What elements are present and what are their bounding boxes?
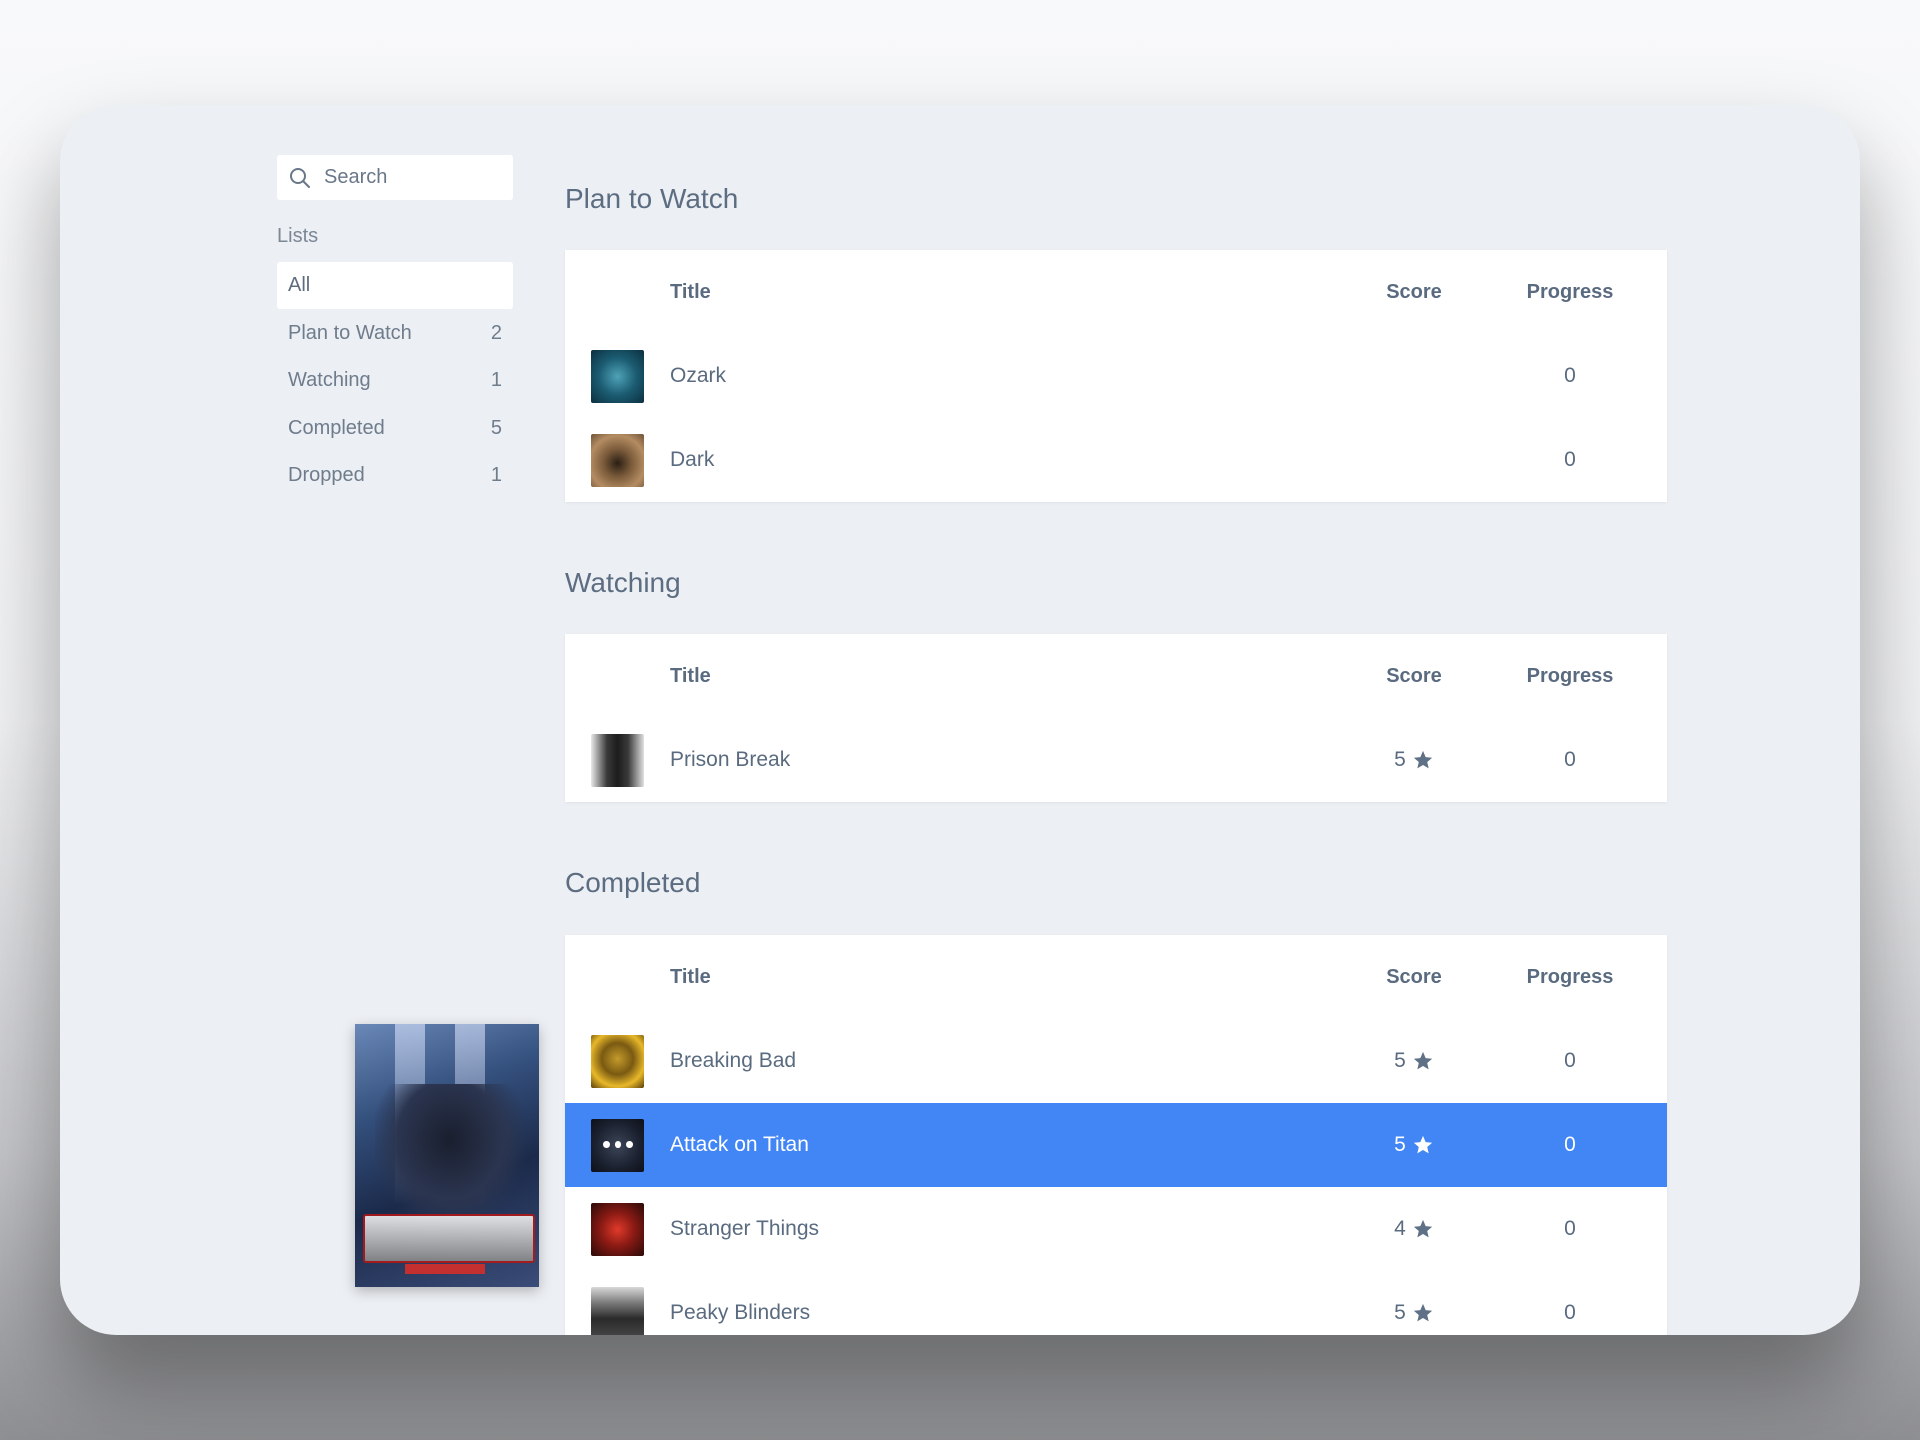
star-icon <box>1413 1135 1433 1154</box>
search-icon <box>290 167 310 188</box>
prison-break-thumbnail <box>591 733 644 787</box>
more-options-icon[interactable] <box>603 1140 634 1149</box>
star-icon <box>1413 1219 1433 1238</box>
peaky-blinders-thumbnail <box>591 1286 644 1335</box>
row-progress: 0 <box>1564 364 1576 387</box>
row-title: Peaky Blinders <box>670 1301 811 1324</box>
nav-item-count: 1 <box>490 369 502 391</box>
row-progress: 0 <box>1564 1217 1576 1240</box>
column-title: Title <box>670 965 711 988</box>
row-score: 5 <box>1334 1301 1494 1325</box>
plan-to-watch-table: Title Score Progress Ozark 0 Dark 0 <box>565 250 1667 502</box>
watching-table: Title Score Progress Prison Break 5 0 <box>565 634 1667 802</box>
column-progress: Progress <box>1526 280 1614 303</box>
table-row[interactable]: Breaking Bad 5 0 <box>565 1019 1667 1103</box>
row-title: Stranger Things <box>670 1217 820 1240</box>
table-header: Title Score Progress <box>565 634 1667 718</box>
star-icon <box>1413 1303 1433 1322</box>
row-title: Dark <box>670 448 715 471</box>
star-icon <box>1413 1051 1433 1070</box>
column-score: Score <box>1386 280 1442 303</box>
column-title: Title <box>670 280 711 303</box>
nav-item-label: Completed <box>288 416 385 439</box>
table-row[interactable]: Stranger Things 4 0 <box>565 1187 1667 1271</box>
column-progress: Progress <box>1526 965 1614 988</box>
table-header: Title Score Progress <box>565 935 1667 1019</box>
column-score: Score <box>1386 664 1442 687</box>
nav-item-dropped[interactable]: Dropped 1 <box>277 452 513 499</box>
row-score: 5 <box>1334 1133 1494 1157</box>
lists-heading: Lists <box>277 225 319 247</box>
nav-item-plan-to-watch[interactable]: Plan to Watch 2 <box>277 310 513 357</box>
row-title: Breaking Bad <box>670 1049 797 1072</box>
stranger-things-thumbnail <box>591 1202 644 1256</box>
completed-table: Title Score Progress Breaking Bad 5 0 At… <box>565 935 1667 1335</box>
row-progress: 0 <box>1564 448 1576 471</box>
column-progress: Progress <box>1526 664 1614 687</box>
section-title-completed: Completed <box>565 867 701 898</box>
nav-item-label: All <box>288 274 311 296</box>
column-score: Score <box>1386 965 1442 988</box>
nav-item-label: Watching <box>288 369 371 391</box>
row-score: 5 <box>1334 748 1494 772</box>
row-score: 4 <box>1334 1217 1494 1241</box>
attack-on-titan-poster <box>355 1024 539 1287</box>
nav-item-all[interactable]: All <box>277 262 513 309</box>
table-header: Title Score Progress <box>565 250 1667 334</box>
nav-item-count: 2 <box>490 321 502 344</box>
row-progress: 0 <box>1564 1049 1576 1072</box>
nav-item-label: Plan to Watch <box>288 321 412 344</box>
list-nav: All Plan to Watch 2 Watching 1 Completed… <box>277 262 513 500</box>
nav-item-watching[interactable]: Watching 1 <box>277 357 513 404</box>
row-title: Ozark <box>670 364 727 387</box>
search-placeholder: Search <box>324 166 388 188</box>
table-row[interactable]: Prison Break 5 0 <box>565 718 1667 802</box>
nav-item-label: Dropped <box>288 464 365 486</box>
row-title: Prison Break <box>670 748 791 771</box>
table-row[interactable]: Peaky Blinders 5 0 <box>565 1271 1667 1335</box>
table-row[interactable]: Dark 0 <box>565 418 1667 502</box>
dark-thumbnail <box>591 433 644 487</box>
table-row[interactable]: Ozark 0 <box>565 334 1667 418</box>
row-progress: 0 <box>1564 748 1576 771</box>
search-input[interactable]: Search <box>277 155 513 200</box>
ozark-thumbnail <box>591 349 644 403</box>
row-progress: 0 <box>1564 1301 1576 1324</box>
table-row-selected[interactable]: Attack on Titan 5 0 <box>565 1103 1667 1187</box>
app-window: Search Lists All Plan to Watch 2 Watchin… <box>60 105 1860 1335</box>
column-title: Title <box>670 664 711 687</box>
attack-on-titan-thumbnail <box>591 1118 644 1172</box>
nav-item-count: 1 <box>490 464 502 486</box>
breaking-bad-thumbnail <box>591 1034 644 1088</box>
section-title-plan-to-watch: Plan to Watch <box>565 183 739 214</box>
nav-item-completed[interactable]: Completed 5 <box>277 405 513 452</box>
row-score: 5 <box>1334 1049 1494 1073</box>
nav-item-count: 5 <box>490 416 502 439</box>
section-title-watching: Watching <box>565 567 681 598</box>
row-progress: 0 <box>1564 1133 1576 1156</box>
row-title: Attack on Titan <box>670 1133 809 1156</box>
star-icon <box>1413 750 1433 769</box>
